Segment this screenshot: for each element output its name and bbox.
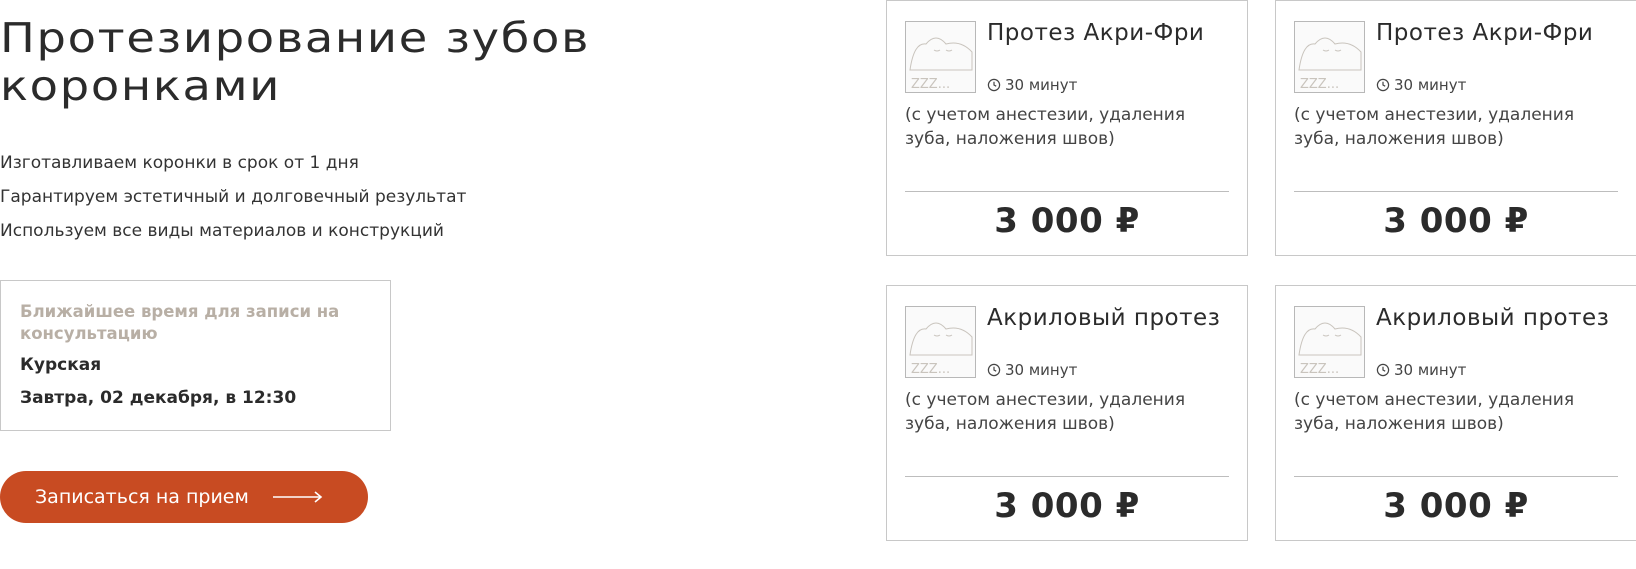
service-card[interactable]: ZZZ... Протез Акри-Фри 30 минут (с учето… — [1275, 0, 1636, 256]
service-thumbnail: ZZZ... — [1294, 21, 1365, 93]
benefits-list: Изготавливаем коронки в срок от 1 дня Га… — [0, 146, 466, 248]
sleeping-pillow-icon: ZZZ... — [909, 322, 973, 377]
slot-location: Курская — [20, 355, 102, 375]
service-name: Протез Акри-Фри — [1376, 20, 1594, 46]
clock-icon — [987, 78, 1001, 92]
service-duration: 30 минут — [987, 361, 1077, 379]
sleeping-pillow-icon: ZZZ... — [1298, 37, 1362, 92]
divider — [905, 191, 1229, 192]
service-description: (с учетом анестезии, удаления зуба, нало… — [1294, 105, 1575, 149]
clock-icon — [1376, 363, 1390, 377]
service-duration: 30 минут — [1376, 361, 1466, 379]
book-appointment-button[interactable]: Записаться на прием — [0, 471, 368, 523]
svg-text:ZZZ...: ZZZ... — [911, 77, 950, 92]
svg-text:ZZZ...: ZZZ... — [1300, 362, 1339, 377]
book-button-label: Записаться на прием — [35, 486, 249, 508]
service-price: 3 000 ₽ — [994, 201, 1140, 241]
service-duration: 30 минут — [1376, 76, 1466, 94]
clock-icon — [987, 363, 1001, 377]
service-thumbnail: ZZZ... — [1294, 306, 1365, 378]
divider — [905, 476, 1229, 477]
service-card[interactable]: ZZZ... Акриловый протез 30 минут (с учет… — [1275, 285, 1636, 541]
benefit-item: Изготавливаем коронки в срок от 1 дня — [0, 153, 359, 173]
arrow-right-icon — [272, 491, 323, 503]
service-name: Протез Акри-Фри — [987, 20, 1205, 46]
nearest-slot-box: Ближайшее время для записи на консультац… — [0, 280, 391, 431]
service-description: (с учетом анестезии, удаления зуба, нало… — [1294, 390, 1575, 434]
benefit-item: Гарантируем эстетичный и долговечный рез… — [0, 187, 467, 207]
slot-heading: Ближайшее время для записи на консультац… — [20, 302, 340, 343]
service-price: 3 000 ₽ — [994, 486, 1140, 526]
service-name: Акриловый протез — [987, 305, 1221, 331]
duration-label: 30 минут — [1394, 76, 1467, 94]
svg-text:ZZZ...: ZZZ... — [1300, 77, 1339, 92]
service-description: (с учетом анестезии, удаления зуба, нало… — [905, 105, 1186, 149]
page-title: Протезирование зубов коронками — [0, 14, 591, 110]
divider — [1294, 476, 1618, 477]
sleeping-pillow-icon: ZZZ... — [1298, 322, 1362, 377]
duration-label: 30 минут — [1005, 361, 1078, 379]
service-description: (с учетом анестезии, удаления зуба, нало… — [905, 390, 1186, 434]
service-card[interactable]: ZZZ... Протез Акри-Фри 30 минут (с учето… — [886, 0, 1248, 256]
divider — [1294, 191, 1618, 192]
clock-icon — [1376, 78, 1390, 92]
sleeping-pillow-icon: ZZZ... — [909, 37, 973, 92]
duration-label: 30 минут — [1394, 361, 1467, 379]
duration-label: 30 минут — [1005, 76, 1078, 94]
slot-time: Завтра, 02 декабря, в 12:30 — [20, 388, 297, 408]
service-price: 3 000 ₽ — [1383, 486, 1529, 526]
svg-text:ZZZ...: ZZZ... — [911, 362, 950, 377]
service-duration: 30 минут — [987, 76, 1077, 94]
service-thumbnail: ZZZ... — [905, 21, 976, 93]
service-thumbnail: ZZZ... — [905, 306, 976, 378]
benefit-item: Используем все виды материалов и констру… — [0, 221, 444, 241]
service-price: 3 000 ₽ — [1383, 201, 1529, 241]
service-name: Акриловый протез — [1376, 305, 1610, 331]
service-card[interactable]: ZZZ... Акриловый протез 30 минут (с учет… — [886, 285, 1248, 541]
